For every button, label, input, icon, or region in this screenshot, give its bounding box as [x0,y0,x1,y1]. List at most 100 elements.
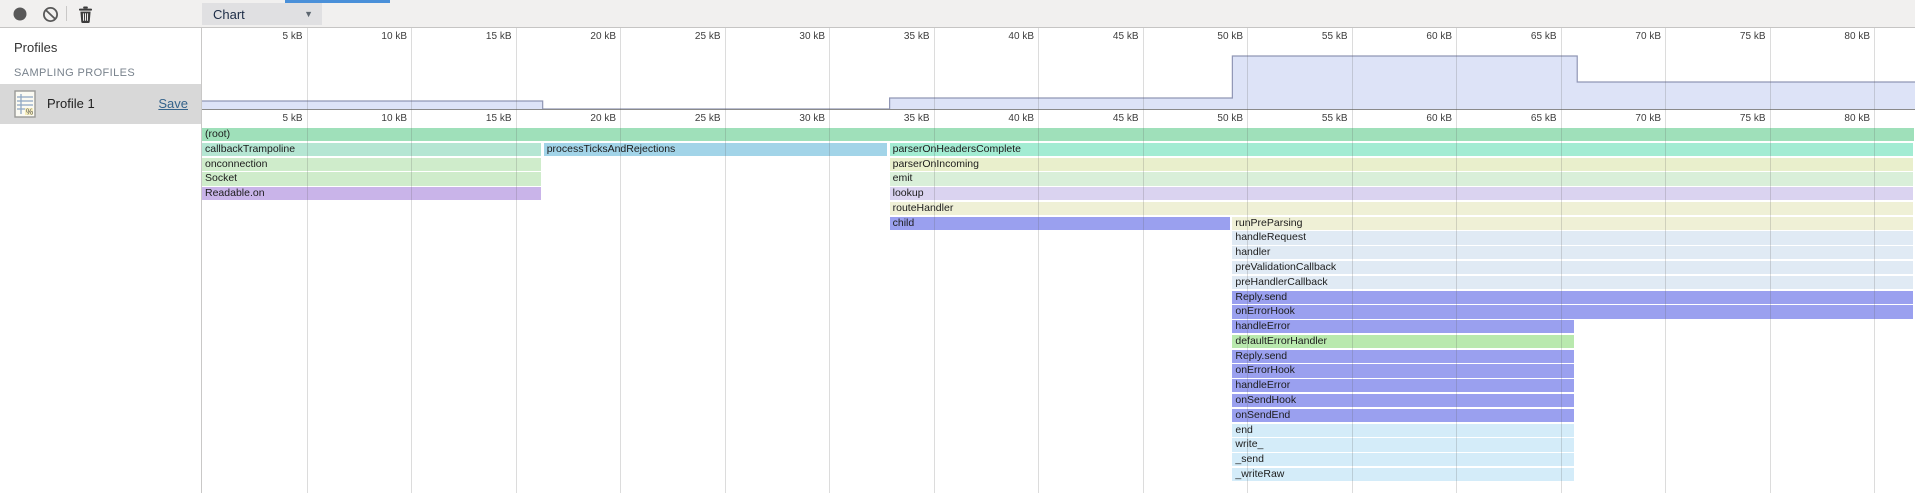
chart-type-select[interactable]: Chart ▼ [202,3,322,25]
flame-bar[interactable]: Readable.on [202,187,541,200]
tick-label: 80 kB [1812,31,1870,42]
flame-bar-label: handler [1235,246,1270,258]
flame-row: write_ [202,438,1915,452]
flame-bar-label: parserOnIncoming [893,158,979,170]
flame-bar[interactable]: runPreParsing [1232,217,1913,230]
flame-row: handleRequest [202,231,1915,245]
flame-row: callbackTrampoline processTicksAndRejecti… [202,143,1915,157]
tick-label: 30 kB [767,113,825,124]
delete-button[interactable] [73,4,97,24]
flame-bar-label: Readable.on [205,187,265,199]
flame-bar[interactable]: handleError [1232,320,1573,333]
tick-label: 55 kB [1290,113,1348,124]
memory-overview[interactable] [202,46,1915,109]
tick-label: 10 kB [349,31,407,42]
tick-label: 45 kB [1081,113,1139,124]
tick-label: 60 kB [1394,113,1452,124]
tick-label: 65 kB [1499,31,1557,42]
ruler-mid: 5 kB10 kB15 kB20 kB25 kB30 kB35 kB40 kB4… [202,110,1915,128]
flame-bar[interactable]: defaultErrorHandler [1232,335,1573,348]
flame-bar-label: end [1235,424,1253,436]
flame-bar[interactable]: lookup [890,187,1914,200]
flame-bar-label: onSendHook [1235,394,1296,406]
flame-bar[interactable]: handleError [1232,379,1573,392]
flame-bar-label: preHandlerCallback [1235,276,1327,288]
flame-bar[interactable]: parserOnHeadersComplete [890,143,1914,156]
tick-label: 55 kB [1290,31,1348,42]
tick-label: 20 kB [558,31,616,42]
flame-bar-label: child [893,217,915,229]
flame-bar[interactable]: _send [1232,453,1573,466]
flame-row: onErrorHook [202,305,1915,319]
flame-bar[interactable]: _writeRaw [1232,468,1573,481]
flame-row: onErrorHook [202,364,1915,378]
svg-text:%: % [26,108,33,117]
flame-bar-label: emit [893,172,913,184]
profile-icon: % [14,90,36,118]
flame-bar-label: write_ [1235,438,1263,450]
tick-label: 70 kB [1603,31,1661,42]
flame-bar[interactable]: onconnection [202,158,541,171]
chevron-down-icon: ▼ [304,9,322,19]
flame-bar-label: onSendEnd [1235,409,1290,421]
sidebar: Profiles SAMPLING PROFILES % Profile 1 S… [0,28,202,493]
flame-row: (root) [202,128,1915,142]
tick-label: 35 kB [872,113,930,124]
ruler-top: 5 kB10 kB15 kB20 kB25 kB30 kB35 kB40 kB4… [202,28,1915,46]
tick-label: 75 kB [1708,113,1766,124]
profiles-heading: Profiles [14,40,57,55]
flame-bar-label: handleError [1235,320,1290,332]
flame-bar[interactable]: emit [890,172,1914,185]
tick-label: 15 kB [454,113,512,124]
clear-button[interactable] [38,4,62,24]
tick-label: 5 kB [245,31,303,42]
flame-bar[interactable]: callbackTrampoline [202,143,541,156]
flame-bar[interactable]: routeHandler [890,202,1914,215]
flame-bar-label: lookup [893,187,924,199]
tick-label: 50 kB [1185,113,1243,124]
tick-label: 30 kB [767,31,825,42]
flame-bar[interactable]: Reply.send [1232,350,1573,363]
flame-bar[interactable]: preHandlerCallback [1232,276,1913,289]
flame-bar-label: Socket [205,172,237,184]
tick-label: 80 kB [1812,113,1870,124]
block-icon [42,6,59,23]
flame-bar[interactable]: (root) [202,128,1914,141]
tick-label: 5 kB [245,113,303,124]
flame-row: Socket emit [202,172,1915,186]
flame-bar[interactable]: child [890,217,1230,230]
flame-row: child runPreParsing [202,217,1915,231]
tick-label: 20 kB [558,113,616,124]
flame-bar[interactable]: onSendEnd [1232,409,1573,422]
flame-bar-label: handleError [1235,379,1290,391]
flame-bar[interactable]: onSendHook [1232,394,1573,407]
flame-row: onSendEnd [202,409,1915,423]
record-button[interactable] [8,4,32,24]
trash-icon [78,6,93,23]
flame-bar[interactable]: onErrorHook [1232,305,1913,318]
flame-row: _send [202,453,1915,467]
flame-bar[interactable]: write_ [1232,438,1573,451]
toolbar: Chart ▼ [0,0,1915,28]
save-link[interactable]: Save [158,96,188,111]
flame-bar[interactable]: onErrorHook [1232,364,1573,377]
flame-bar[interactable]: Reply.send [1232,291,1913,304]
flame-bar[interactable]: Socket [202,172,541,185]
flame-bar[interactable]: processTicksAndRejections [544,143,887,156]
flame-bar-label: _send [1235,453,1264,465]
flame-row: Reply.send [202,291,1915,305]
flame-bar-label: Reply.send [1235,350,1287,362]
profile-item[interactable]: % Profile 1 Save [0,84,201,124]
flame-bar[interactable]: preValidationCallback [1232,261,1913,274]
flame-bar[interactable]: parserOnIncoming [890,158,1914,171]
flame-bar-label: processTicksAndRejections [547,143,676,155]
flame-row: Reply.send [202,350,1915,364]
flame-bar[interactable]: end [1232,424,1573,437]
flame-bar[interactable]: handler [1232,246,1913,259]
tick-label: 45 kB [1081,31,1139,42]
tick-label: 10 kB [349,113,407,124]
flame-row: end [202,424,1915,438]
flame-bar[interactable]: handleRequest [1232,231,1913,244]
tick-label: 60 kB [1394,31,1452,42]
flame-bar-label: Reply.send [1235,291,1287,303]
